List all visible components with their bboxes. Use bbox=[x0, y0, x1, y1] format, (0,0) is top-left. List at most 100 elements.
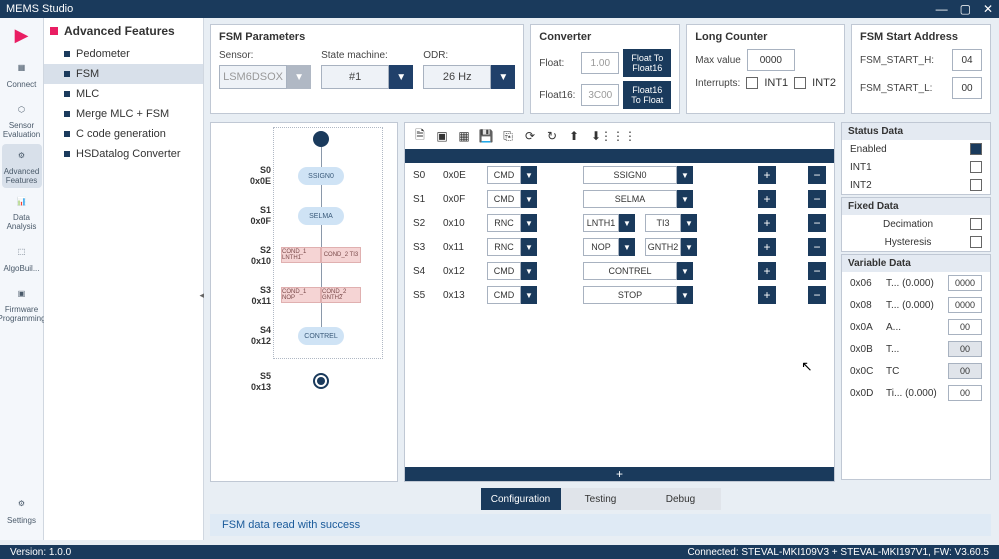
chevron-down-icon[interactable]: ▼ bbox=[521, 214, 537, 232]
type-combo[interactable]: CMD▼ bbox=[487, 286, 537, 304]
sensor-combo[interactable]: LSM6DSOX ▼ bbox=[219, 65, 311, 89]
refresh-icon[interactable]: ⟳ bbox=[523, 129, 537, 143]
sync-icon[interactable]: ↻ bbox=[545, 129, 559, 143]
var-value-input[interactable]: 00 bbox=[948, 341, 982, 357]
chevron-down-icon[interactable]: ▼ bbox=[677, 262, 693, 280]
flow-node-ssign0[interactable]: SSIGN0 bbox=[298, 167, 344, 185]
file-icon[interactable]: 🗎 bbox=[413, 129, 427, 143]
save-icon[interactable]: 💾 bbox=[479, 129, 493, 143]
chevron-down-icon[interactable]: ▼ bbox=[521, 238, 537, 256]
rail-settings[interactable]: ⚙ Settings bbox=[2, 488, 42, 532]
add-button[interactable]: + bbox=[758, 286, 776, 304]
var-value-input[interactable]: 0000 bbox=[948, 297, 982, 313]
instr2-combo[interactable]: GNTH2▼ bbox=[645, 238, 697, 256]
remove-button[interactable]: − bbox=[808, 238, 826, 256]
add-button[interactable]: + bbox=[758, 262, 776, 280]
add-button[interactable]: + bbox=[758, 238, 776, 256]
fsm-icon[interactable]: ▣ bbox=[435, 129, 449, 143]
var-value-input[interactable]: 0000 bbox=[948, 275, 982, 291]
tree-item-fsm[interactable]: FSM bbox=[44, 64, 203, 84]
fsm-start-l-value[interactable]: 00 bbox=[952, 77, 982, 99]
run-button[interactable]: ▶ bbox=[2, 22, 42, 50]
int1-checkbox[interactable] bbox=[746, 77, 758, 89]
rail-algobuilder[interactable]: ⬚ AlgoBuil... bbox=[2, 236, 42, 280]
tree-item-hsdatalog-converter[interactable]: HSDatalog Converter bbox=[44, 144, 203, 164]
float-to-float16-button[interactable]: Float To Float16 bbox=[623, 49, 671, 77]
chevron-down-icon[interactable]: ▼ bbox=[521, 190, 537, 208]
rail-firmware-programming[interactable]: ▣ Firmware Programming bbox=[2, 282, 42, 326]
float16-to-float-button[interactable]: Float16 To Float bbox=[623, 81, 671, 109]
close-button[interactable]: ✕ bbox=[983, 2, 993, 16]
chevron-down-icon[interactable]: ▼ bbox=[521, 262, 537, 280]
rail-data-analysis[interactable]: 📊 Data Analysis bbox=[2, 190, 42, 234]
cfg-icon[interactable]: ▦ bbox=[457, 129, 471, 143]
tab-debug[interactable]: Debug bbox=[641, 488, 721, 510]
max-value-input[interactable]: 0000 bbox=[747, 49, 795, 71]
type-combo[interactable]: RNC▼ bbox=[487, 214, 537, 232]
instr1-combo[interactable]: LNTH1▼ bbox=[583, 214, 635, 232]
chevron-down-icon[interactable]: ▼ bbox=[287, 65, 311, 89]
flow-node-selma[interactable]: SELMA bbox=[298, 207, 344, 225]
var-value-input[interactable]: 00 bbox=[948, 385, 982, 401]
grid-icon[interactable]: ⋮⋮⋮ bbox=[611, 129, 625, 143]
add-row-button[interactable]: + bbox=[405, 467, 834, 481]
tree-item-c-code-generation[interactable]: C code generation bbox=[44, 124, 203, 144]
chevron-down-icon[interactable]: ▼ bbox=[681, 214, 697, 232]
instr-combo[interactable]: SSIGN0▼ bbox=[583, 166, 693, 184]
rail-sensor-evaluation[interactable]: ⬡ Sensor Evaluation bbox=[2, 98, 42, 142]
chevron-down-icon[interactable]: ▼ bbox=[521, 286, 537, 304]
int2-checkbox[interactable] bbox=[794, 77, 806, 89]
instr1-combo[interactable]: NOP▼ bbox=[583, 238, 635, 256]
tree-item-mlc[interactable]: MLC bbox=[44, 84, 203, 104]
float-input[interactable]: 1.00 bbox=[581, 52, 619, 74]
flow-cond-s2[interactable]: COND_1 LNTH1COND_2 TI3 bbox=[281, 247, 361, 263]
instr-combo[interactable]: STOP▼ bbox=[583, 286, 693, 304]
chevron-down-icon[interactable]: ▼ bbox=[389, 65, 413, 89]
decimation-checkbox[interactable] bbox=[970, 218, 982, 230]
upload-icon[interactable]: ⬆ bbox=[567, 129, 581, 143]
chevron-down-icon[interactable]: ▼ bbox=[521, 166, 537, 184]
instr2-combo[interactable]: TI3▼ bbox=[645, 214, 697, 232]
status-int1-checkbox[interactable] bbox=[970, 161, 982, 173]
odr-combo[interactable]: 26 Hz ▼ bbox=[423, 65, 515, 89]
chevron-down-icon[interactable]: ▼ bbox=[677, 286, 693, 304]
remove-button[interactable]: − bbox=[808, 262, 826, 280]
add-button[interactable]: + bbox=[758, 166, 776, 184]
var-value-input[interactable]: 00 bbox=[948, 319, 982, 335]
remove-button[interactable]: − bbox=[808, 214, 826, 232]
float16-input[interactable]: 3C00 bbox=[581, 84, 619, 106]
rail-connect[interactable]: ▦ Connect bbox=[2, 52, 42, 96]
hysteresis-checkbox[interactable] bbox=[970, 236, 982, 248]
minimize-button[interactable]: — bbox=[936, 2, 948, 16]
add-button[interactable]: + bbox=[758, 190, 776, 208]
rail-advanced-features[interactable]: ⚙ Advanced Features bbox=[2, 144, 42, 188]
maximize-button[interactable]: ▢ bbox=[960, 2, 971, 16]
add-button[interactable]: + bbox=[758, 214, 776, 232]
var-value-input[interactable]: 00 bbox=[948, 363, 982, 379]
chevron-down-icon[interactable]: ▼ bbox=[677, 190, 693, 208]
remove-button[interactable]: − bbox=[808, 190, 826, 208]
state-machine-combo[interactable]: #1 ▼ bbox=[321, 65, 413, 89]
copy-icon[interactable]: ⎘ bbox=[501, 129, 515, 143]
chevron-down-icon[interactable]: ▼ bbox=[619, 238, 635, 256]
enabled-checkbox[interactable] bbox=[970, 143, 982, 155]
chevron-down-icon[interactable]: ▼ bbox=[491, 65, 515, 89]
type-combo[interactable]: CMD▼ bbox=[487, 190, 537, 208]
tab-configuration[interactable]: Configuration bbox=[481, 488, 561, 510]
type-combo[interactable]: CMD▼ bbox=[487, 262, 537, 280]
chevron-down-icon[interactable]: ▼ bbox=[677, 166, 693, 184]
remove-button[interactable]: − bbox=[808, 166, 826, 184]
instr-combo[interactable]: SELMA▼ bbox=[583, 190, 693, 208]
type-combo[interactable]: RNC▼ bbox=[487, 238, 537, 256]
fsm-start-h-value[interactable]: 04 bbox=[952, 49, 982, 71]
type-combo[interactable]: CMD▼ bbox=[487, 166, 537, 184]
status-int2-checkbox[interactable] bbox=[970, 179, 982, 191]
flow-cond-s3[interactable]: COND_1 NOPCOND_2 GNTH2 bbox=[281, 287, 361, 303]
tree-item-merge-mlc-fsm[interactable]: Merge MLC + FSM bbox=[44, 104, 203, 124]
chevron-down-icon[interactable]: ▼ bbox=[681, 238, 697, 256]
tab-testing[interactable]: Testing bbox=[561, 488, 641, 510]
flow-node-contrel[interactable]: CONTREL bbox=[298, 327, 344, 345]
tree-item-pedometer[interactable]: Pedometer bbox=[44, 44, 203, 64]
instr-combo[interactable]: CONTREL▼ bbox=[583, 262, 693, 280]
remove-button[interactable]: − bbox=[808, 286, 826, 304]
